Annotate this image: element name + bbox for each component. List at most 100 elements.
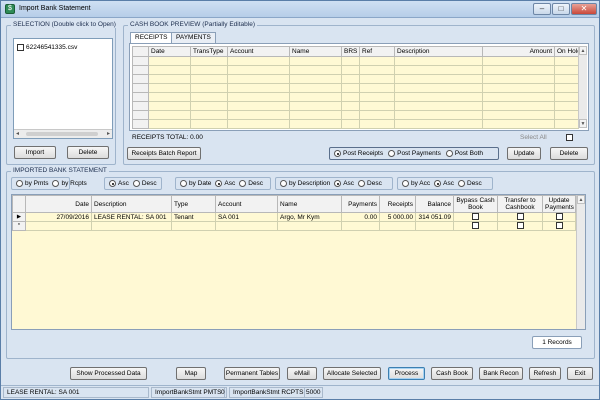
col-brs[interactable]: BRS xyxy=(341,46,360,57)
minimize-button[interactable]: – xyxy=(533,3,551,15)
file-list-hscrollbar[interactable]: ◂ ▸ xyxy=(14,129,112,138)
imp-col-description[interactable]: Description xyxy=(91,195,172,213)
maximize-button[interactable]: □ xyxy=(552,3,570,15)
imp-col-balance[interactable]: Balance xyxy=(415,195,454,213)
account-desc-option[interactable]: Desc xyxy=(458,180,482,187)
scroll-down-icon[interactable]: ▼ xyxy=(579,119,587,128)
table-row[interactable] xyxy=(132,56,579,66)
new-bypass-checkbox[interactable] xyxy=(472,222,479,230)
imp-col-receipts[interactable]: Receipts xyxy=(379,195,416,213)
sort-by-rcpts-option[interactable]: by Rcpts xyxy=(52,180,87,187)
selection-delete-button[interactable]: Delete xyxy=(67,146,109,159)
receipts-batch-report-button[interactable]: Receipts Batch Report xyxy=(127,147,201,160)
post-payments-radio[interactable] xyxy=(388,150,396,157)
transfer-to-cashbook-checkbox[interactable] xyxy=(516,213,524,221)
date-desc-option[interactable]: Desc xyxy=(239,180,263,187)
scroll-right-icon[interactable]: ▸ xyxy=(107,130,110,137)
description-desc-radio[interactable] xyxy=(358,180,366,187)
col-name[interactable]: Name xyxy=(289,46,342,57)
new-table-row[interactable]: * xyxy=(12,221,576,231)
table-row[interactable] xyxy=(132,110,579,120)
col-on-hold[interactable]: On Hold xyxy=(554,46,579,57)
post-both-option[interactable]: Post Both xyxy=(445,150,483,157)
file-list[interactable]: 62246541335.csv ◂ ▸ xyxy=(13,38,113,139)
col-date[interactable]: Date xyxy=(148,46,191,57)
scroll-up-icon[interactable]: ▲ xyxy=(579,46,587,55)
imp-col-payments[interactable]: Payments xyxy=(341,195,380,213)
col-transtype[interactable]: TransType xyxy=(190,46,228,57)
cashbook-vscrollbar[interactable]: ▲ ▼ xyxy=(578,46,587,128)
new-transfer-checkbox[interactable] xyxy=(516,222,524,230)
imported-scroll-up-icon[interactable]: ▲ xyxy=(577,195,585,204)
row-balance[interactable]: 314 051.09 xyxy=(415,212,454,222)
allocate-selected-button[interactable]: Allocate Selected xyxy=(323,367,381,380)
sort-by-date-option[interactable]: by Date xyxy=(180,180,211,187)
imported-grid-body[interactable]: ▶ 27/09/2016 LEASE RENTAL: SA 001 Tenant… xyxy=(12,212,576,231)
post-receipts-radio[interactable] xyxy=(334,150,341,157)
sort-by-account-radio[interactable] xyxy=(402,180,409,187)
table-row[interactable] xyxy=(132,119,579,129)
imp-col-bypass-cash-book[interactable]: Bypass Cash Book xyxy=(453,195,498,213)
col-amount[interactable]: Amount xyxy=(482,46,555,57)
imp-col-name[interactable]: Name xyxy=(277,195,342,213)
process-button[interactable]: Process xyxy=(388,367,425,380)
update-payments-checkbox[interactable] xyxy=(555,213,563,221)
row-payments[interactable]: 0.00 xyxy=(341,212,380,222)
row-date[interactable]: 27/09/2016 xyxy=(25,212,92,222)
update-button[interactable]: Update xyxy=(507,147,541,160)
permanent-tables-button[interactable]: Permanent Tables xyxy=(224,367,280,380)
import-button[interactable]: Import xyxy=(14,146,56,159)
bank-recon-button[interactable]: Bank Recon xyxy=(479,367,523,380)
refresh-button[interactable]: Refresh xyxy=(529,367,561,380)
col-ref[interactable]: Ref xyxy=(359,46,395,57)
file-checkbox[interactable] xyxy=(17,44,24,51)
description-desc-option[interactable]: Desc xyxy=(358,180,382,187)
col-account[interactable]: Account xyxy=(227,46,290,57)
tab-payments[interactable]: PAYMENTS xyxy=(171,32,216,43)
description-asc-option[interactable]: Asc xyxy=(334,180,354,187)
post-payments-option[interactable]: Post Payments xyxy=(388,150,441,157)
sort-desc-radio[interactable] xyxy=(132,180,140,187)
cashbook-grid[interactable]: Date TransType Account Name BRS Ref Desc… xyxy=(132,46,579,129)
imp-col-transfer-to-cashbook[interactable]: Transfer to Cashbook xyxy=(497,195,543,213)
bypass-cash-book-checkbox[interactable] xyxy=(472,213,479,221)
email-button[interactable]: eMail xyxy=(287,367,317,380)
post-both-radio[interactable] xyxy=(445,150,453,157)
sort-by-description-option[interactable]: by Description xyxy=(280,180,330,187)
sort-asc-option[interactable]: Asc xyxy=(109,180,129,187)
row-type[interactable]: Tenant xyxy=(171,212,216,222)
cashbook-grid-body[interactable] xyxy=(132,56,579,129)
close-button[interactable]: ✕ xyxy=(571,3,597,15)
file-list-item[interactable]: 62246541335.csv xyxy=(17,44,77,51)
sort-desc-option[interactable]: Desc xyxy=(132,180,157,187)
imp-col-update-payments[interactable]: Update Payments xyxy=(542,195,576,213)
account-asc-option[interactable]: Asc xyxy=(434,180,454,187)
imported-grid[interactable]: Date Description Type Account Name Payme… xyxy=(12,195,576,231)
sort-asc-radio[interactable] xyxy=(109,180,116,187)
row-receipts[interactable]: 5 000.00 xyxy=(379,212,416,222)
table-row[interactable]: ▶ 27/09/2016 LEASE RENTAL: SA 001 Tenant… xyxy=(12,212,576,222)
scroll-left-icon[interactable]: ◂ xyxy=(16,130,19,137)
account-desc-radio[interactable] xyxy=(458,180,465,187)
title-bar[interactable]: $ Import Bank Statement – □ ✕ xyxy=(1,1,599,18)
date-desc-radio[interactable] xyxy=(239,180,247,187)
imp-col-date[interactable]: Date xyxy=(25,195,92,213)
table-row[interactable] xyxy=(132,65,579,75)
sort-by-pmts-option[interactable]: by Pmts xyxy=(16,180,48,187)
cashbook-delete-button[interactable]: Delete xyxy=(550,147,588,160)
sort-by-date-radio[interactable] xyxy=(180,180,187,187)
sort-by-description-radio[interactable] xyxy=(280,180,287,187)
account-asc-radio[interactable] xyxy=(434,180,442,187)
sort-by-pmts-radio[interactable] xyxy=(16,180,23,187)
row-account[interactable]: SA 001 xyxy=(215,212,278,222)
exit-button[interactable]: Exit xyxy=(567,367,593,380)
table-row[interactable] xyxy=(132,92,579,102)
select-all-checkbox[interactable] xyxy=(566,134,573,141)
show-processed-data-button[interactable]: Show Processed Data xyxy=(70,367,147,380)
date-asc-radio[interactable] xyxy=(215,180,223,187)
description-asc-radio[interactable] xyxy=(334,180,342,187)
imp-col-account[interactable]: Account xyxy=(215,195,278,213)
sort-by-account-option[interactable]: by Acc xyxy=(402,180,430,187)
row-name[interactable]: Argo, Mr Kym xyxy=(277,212,342,222)
table-row[interactable] xyxy=(132,101,579,111)
